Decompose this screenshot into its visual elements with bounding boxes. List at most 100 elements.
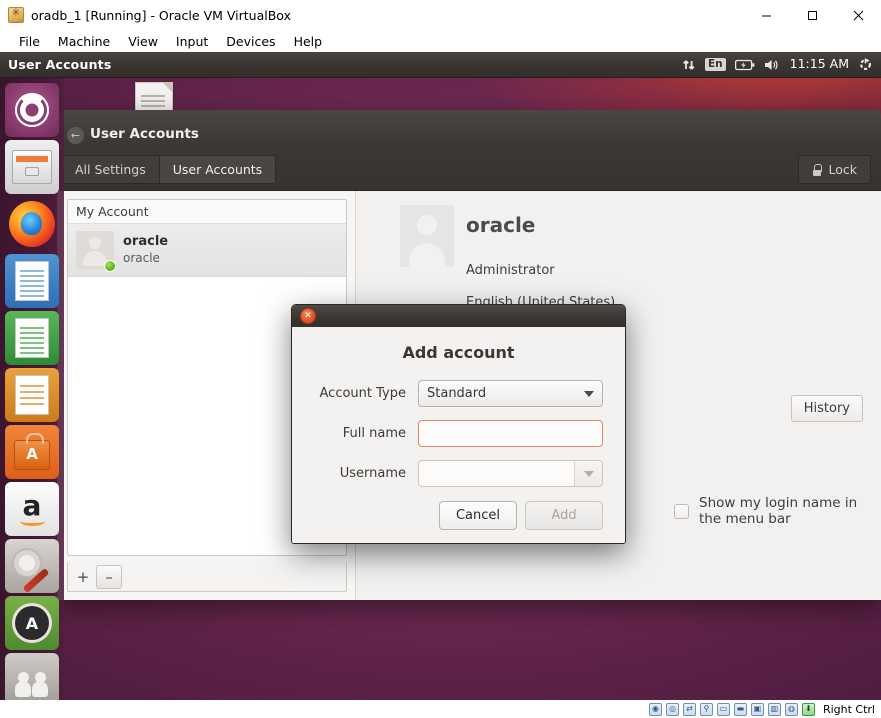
network-arrows-icon[interactable]: [682, 58, 696, 72]
writer-icon: [15, 261, 49, 301]
account-avatar[interactable]: [400, 205, 454, 267]
remote-display-icon[interactable]: ▣: [750, 702, 764, 716]
menu-help[interactable]: Help: [285, 32, 332, 51]
launcher-item-libreoffice-impress[interactable]: [5, 368, 59, 422]
launcher-item-files[interactable]: [5, 140, 59, 194]
firefox-icon: [9, 201, 55, 247]
account-type-field: Account Type Standard: [314, 380, 603, 407]
history-button[interactable]: History: [790, 395, 863, 422]
launcher-item-libreoffice-calc[interactable]: [5, 311, 59, 365]
unity-top-panel: User Accounts En 11:15 AM: [0, 52, 881, 78]
keyboard-layout-indicator[interactable]: En: [705, 58, 726, 71]
avatar: [76, 231, 116, 272]
amazon-icon: a: [19, 489, 46, 526]
launcher-item-users[interactable]: [5, 653, 59, 700]
vbox-window-title: oradb_1 [Running] - Oracle VM VirtualBox: [31, 7, 291, 23]
username-field: Username: [314, 460, 603, 487]
menu-input[interactable]: Input: [167, 32, 217, 51]
shared-folder-icon[interactable]: ▭: [716, 702, 730, 716]
user-row-subtitle: oracle: [123, 250, 160, 265]
dialog-titlebar: ✕: [292, 305, 625, 327]
account-type-label: Account Type: [319, 386, 406, 401]
maximize-icon[interactable]: [789, 0, 835, 30]
add-user-button[interactable]: +: [70, 565, 96, 589]
username-label: Username: [339, 466, 406, 481]
menu-devices[interactable]: Devices: [217, 32, 284, 51]
table-row[interactable]: oracle oracle: [68, 224, 346, 277]
ubuntu-logo-icon: [15, 93, 49, 127]
updater-icon: A: [15, 606, 49, 640]
display-icon[interactable]: ▬: [733, 702, 747, 716]
chevron-down-icon: [583, 470, 594, 477]
network-icon[interactable]: ⇄: [682, 702, 696, 716]
gear-wrench-icon: [12, 546, 52, 593]
menu-view[interactable]: View: [119, 32, 167, 51]
launcher-item-system-settings[interactable]: [5, 539, 59, 593]
user-list-header: My Account: [68, 200, 346, 224]
launcher-item-ubuntu-software[interactable]: [5, 425, 59, 479]
user-row-name: oracle: [123, 234, 169, 250]
full-name-label: Full name: [342, 426, 406, 441]
panel-indicators: En 11:15 AM: [682, 57, 881, 72]
online-status-indicator: [104, 260, 116, 272]
lock-button-label: Lock: [828, 162, 857, 177]
software-bag-icon: [14, 433, 50, 470]
vbox-menubar: File Machine View Input Devices Help: [0, 30, 881, 52]
mouse-capture-icon[interactable]: ◍: [784, 702, 798, 716]
host-key-label: Right Ctrl: [822, 702, 875, 716]
guest-screen: User Accounts En 11:15 AM A a A ← User A…: [0, 52, 881, 700]
username-combo[interactable]: [418, 460, 603, 487]
host-key-icon[interactable]: ⬇: [801, 702, 815, 716]
add-button[interactable]: Add: [525, 501, 603, 530]
volume-icon[interactable]: [764, 58, 781, 72]
vbox-titlebar: oradb_1 [Running] - Oracle VM VirtualBox: [0, 0, 881, 30]
account-type-select[interactable]: Standard: [418, 380, 603, 407]
full-name-field: Full name: [314, 420, 603, 447]
battery-icon[interactable]: [734, 59, 755, 71]
add-account-dialog: ✕ Add account Account Type Standard Full…: [291, 304, 626, 544]
hard-disk-icon[interactable]: ◉: [648, 702, 662, 716]
menu-file[interactable]: File: [10, 32, 49, 51]
breadcrumb-all-settings[interactable]: All Settings: [62, 156, 160, 183]
optical-disk-icon[interactable]: ◎: [665, 702, 679, 716]
account-type-selected-value: Standard: [427, 386, 487, 401]
menu-machine[interactable]: Machine: [49, 32, 119, 51]
account-type-value: Administrator: [466, 263, 555, 278]
user-accounts-title: User Accounts: [90, 126, 199, 142]
clock-indicator[interactable]: 11:15 AM: [790, 58, 849, 71]
username-dropdown-button[interactable]: [574, 461, 602, 486]
unity-launcher: a A: [0, 78, 64, 700]
session-gear-icon[interactable]: [858, 57, 873, 72]
show-login-name-checkbox[interactable]: [674, 503, 689, 519]
launcher-item-ubuntu-dash[interactable]: [5, 83, 59, 137]
usb-icon[interactable]: ⚲: [699, 702, 713, 716]
full-name-input[interactable]: [418, 420, 603, 447]
minimize-icon[interactable]: [743, 0, 789, 30]
user-list-toolbar: + –: [67, 562, 347, 592]
launcher-item-amazon[interactable]: a: [5, 482, 59, 536]
close-icon[interactable]: [835, 0, 881, 30]
recording-icon[interactable]: ▥: [767, 702, 781, 716]
virtualbox-window: oradb_1 [Running] - Oracle VM VirtualBox…: [0, 0, 881, 718]
lock-button[interactable]: Lock: [798, 155, 871, 184]
back-arrow-icon[interactable]: ←: [67, 127, 84, 144]
vbox-statusbar: ◉ ◎ ⇄ ⚲ ▭ ▬ ▣ ▥ ◍ ⬇ Right Ctrl: [0, 700, 881, 718]
launcher-item-firefox[interactable]: [5, 197, 59, 251]
launcher-item-libreoffice-writer[interactable]: [5, 254, 59, 308]
dialog-actions: Cancel Add: [439, 501, 603, 530]
user-accounts-header: ← User Accounts All Settings User Accoun…: [57, 110, 881, 191]
breadcrumb-user-accounts[interactable]: User Accounts: [159, 156, 276, 183]
virtualbox-app-icon: [8, 5, 24, 23]
cancel-button[interactable]: Cancel: [439, 501, 517, 530]
account-name: oracle: [466, 213, 536, 237]
lock-icon: [812, 163, 823, 176]
remove-user-button[interactable]: –: [96, 564, 122, 589]
breadcrumb: All Settings User Accounts: [61, 155, 277, 184]
dialog-heading: Add account: [402, 343, 515, 362]
dialog-body: Add account Account Type Standard Full n…: [292, 327, 625, 543]
username-input[interactable]: [419, 461, 574, 486]
launcher-item-software-updater[interactable]: A: [5, 596, 59, 650]
chevron-down-icon: [584, 390, 594, 397]
show-login-name-checkbox-row[interactable]: Show my login name in the menu bar: [674, 495, 881, 527]
close-icon[interactable]: ✕: [300, 308, 316, 324]
